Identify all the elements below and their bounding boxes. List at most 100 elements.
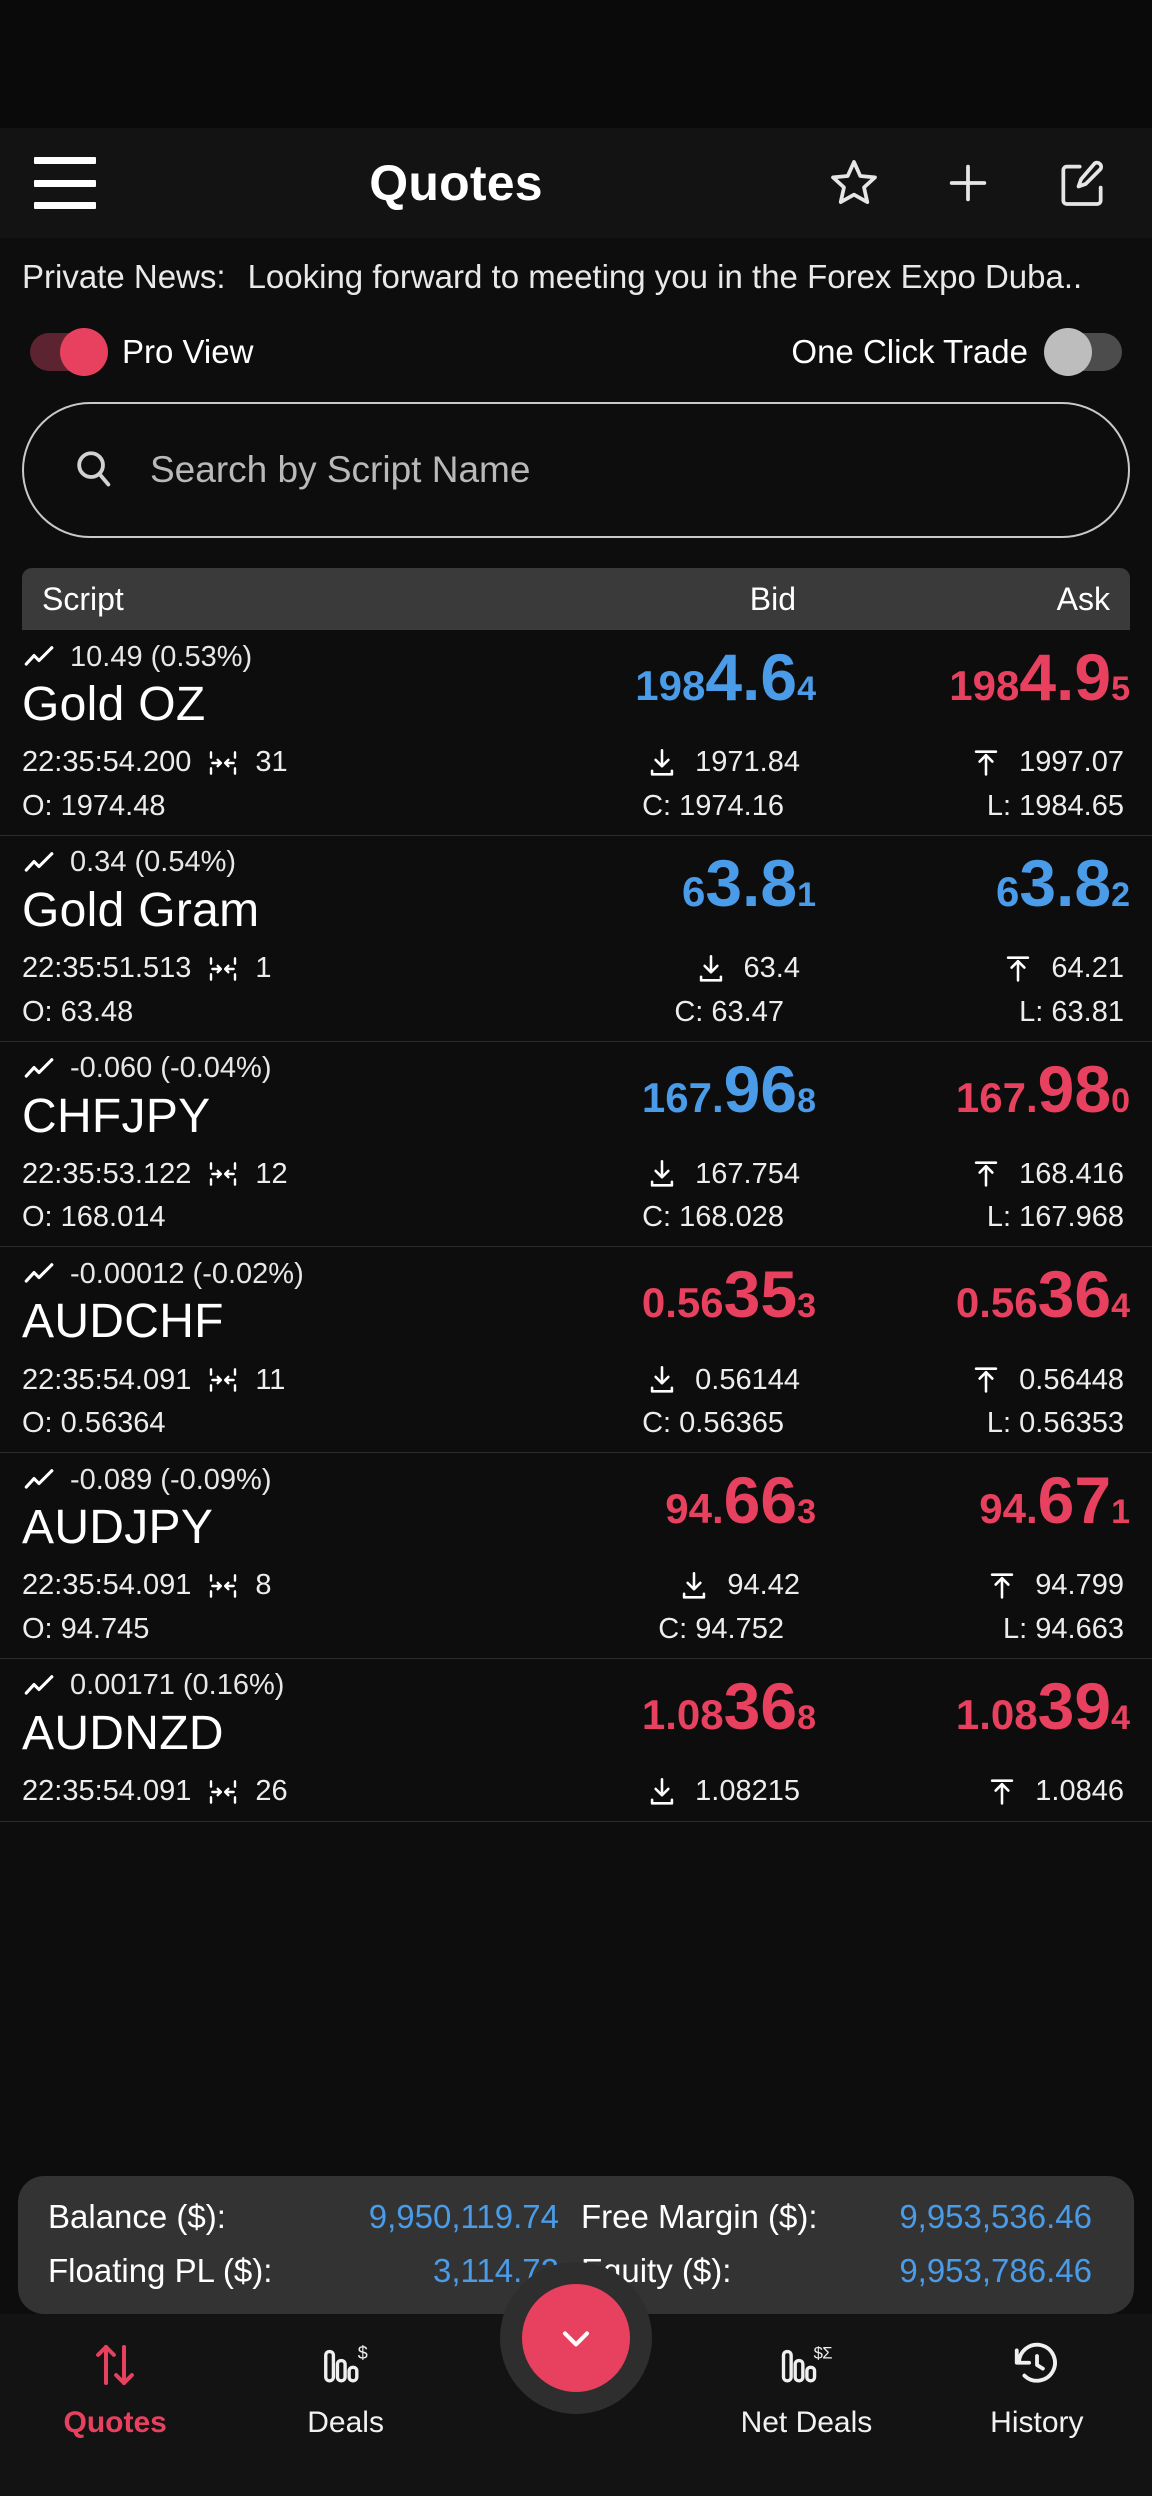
star-icon[interactable]: [826, 155, 882, 211]
nav-label-deals: Deals: [307, 2406, 384, 2439]
symbol-block[interactable]: -0.060 (-0.04%) CHFJPY: [22, 1052, 530, 1144]
quote-time-cell: 22:35:53.122 12: [22, 1158, 530, 1191]
spread-icon: [210, 1368, 237, 1392]
table-row[interactable]: -0.060 (-0.04%) CHFJPY 167.968 167.980 22:35…: [0, 1042, 1152, 1248]
one-click-trade-label: One Click Trade: [791, 333, 1028, 370]
table-row[interactable]: -0.089 (-0.09%) AUDJPY 94.663 94.671 22:35:5…: [0, 1453, 1152, 1659]
spread-value: 26: [255, 1775, 288, 1807]
last-cell: L: 94.663: [830, 1613, 1130, 1646]
app-bar: Quotes: [0, 128, 1152, 238]
nav-item-quotes[interactable]: Quotes: [0, 2338, 230, 2440]
row-mid: 22:35:51.513 1 63.4 64.21: [22, 952, 1130, 986]
high-value: 64.21: [1051, 952, 1124, 984]
plus-icon[interactable]: [940, 155, 996, 211]
open-value: O: 63.48: [22, 995, 134, 1028]
news-label: Private News:: [22, 258, 226, 295]
pro-view-switch[interactable]: [30, 328, 108, 376]
close-value: C: 168.028: [642, 1201, 784, 1234]
quote-time: 22:35:54.091: [22, 1775, 192, 1807]
last-value: L: 0.56353: [986, 1407, 1124, 1439]
nav-label-history: History: [990, 2406, 1084, 2439]
low-value: 63.4: [743, 952, 800, 984]
low-price-icon: [650, 1777, 674, 1805]
close-cell: C: 63.47: [530, 996, 830, 1029]
quote-time-cell: 22:35:54.091 26: [22, 1775, 530, 1808]
low-price-icon: [650, 1365, 674, 1393]
change-block: -0.089 (-0.09%): [22, 1463, 530, 1497]
column-header-bid[interactable]: Bid: [530, 581, 830, 618]
edit-icon[interactable]: [1054, 155, 1110, 211]
high-price-icon: [974, 1367, 998, 1393]
column-header-script[interactable]: Script: [22, 581, 530, 618]
bid-price[interactable]: 0.56353: [530, 1257, 830, 1327]
trend-line-icon: [24, 1674, 54, 1695]
column-header-ask[interactable]: Ask: [830, 581, 1130, 618]
low-cell: 1971.84: [530, 746, 830, 780]
bid-price[interactable]: 63.81: [530, 846, 830, 916]
table-row[interactable]: 0.00171 (0.16%) AUDNZD 1.08368 1.08394 22:35…: [0, 1659, 1152, 1822]
close-cell: C: 94.752: [530, 1613, 830, 1646]
ask-price[interactable]: 63.82: [830, 846, 1130, 916]
symbol-name: Gold Gram: [22, 883, 260, 937]
bid-price[interactable]: 94.663: [530, 1463, 830, 1533]
expand-fab-button[interactable]: [522, 2284, 630, 2392]
open-cell: O: 1974.48: [22, 790, 530, 823]
low-price-icon: [650, 1160, 674, 1187]
bid-price[interactable]: 167.968: [530, 1052, 830, 1122]
low-cell: 94.42: [530, 1569, 830, 1603]
row-mid: 22:35:54.091 11 0.56144 0.56448: [22, 1363, 1130, 1397]
nav-item-deals[interactable]: $ Deals: [230, 2338, 460, 2440]
trend-line-icon: [24, 1469, 54, 1489]
news-ticker[interactable]: Private News: Looking forward to meeting…: [0, 238, 1152, 316]
spread-icon: [210, 1573, 237, 1598]
high-value: 94.799: [1035, 1569, 1124, 1602]
bid-price[interactable]: 1.08368: [530, 1669, 830, 1739]
open-cell: O: 168.014: [22, 1201, 530, 1234]
symbol-block[interactable]: -0.00012 (-0.02%) AUDCHF: [22, 1257, 530, 1349]
one-click-trade-switch[interactable]: [1044, 328, 1122, 376]
ask-price[interactable]: 0.56364: [830, 1257, 1130, 1327]
free-margin-label: Free Margin ($):: [581, 2198, 818, 2235]
last-value: L: 63.81: [1019, 995, 1124, 1028]
ask-price[interactable]: 94.671: [830, 1463, 1130, 1533]
ask-price[interactable]: 1984.95: [830, 640, 1130, 710]
table-row[interactable]: -0.00012 (-0.02%) AUDCHF 0.56353 0.56364 22:…: [0, 1247, 1152, 1453]
spread-icon: [210, 750, 237, 775]
high-price-icon: [991, 1778, 1014, 1805]
trend-line-icon: [24, 1263, 54, 1283]
change-value: -0.089 (-0.09%): [70, 1463, 272, 1496]
bars-dollar-icon: $: [323, 2343, 367, 2383]
quotes-list: 10.49 (0.53%) Gold OZ 1984.64 1984.95 22:35:…: [0, 630, 1152, 1822]
close-cell: C: 1974.16: [530, 790, 830, 823]
low-price-icon: [699, 954, 722, 982]
symbol-block[interactable]: 0.34 (0.54%) Gold Gram: [22, 846, 530, 938]
ask-price[interactable]: 167.980: [830, 1052, 1130, 1122]
nav-item-net-deals[interactable]: $ Σ Net Deals: [691, 2338, 921, 2440]
app-bar-actions: [826, 155, 1110, 211]
table-row[interactable]: 10.49 (0.53%) Gold OZ 1984.64 1984.95 22:35:…: [0, 630, 1152, 836]
nav-item-history[interactable]: History: [922, 2338, 1152, 2440]
row-bottom: O: 1974.48 C: 1974.16 L: 1984.65: [22, 790, 1130, 823]
one-click-trade-toggle-group[interactable]: One Click Trade: [791, 328, 1122, 376]
ask-price[interactable]: 1.08394: [830, 1669, 1130, 1739]
close-value: C: 94.752: [658, 1612, 784, 1645]
low-value: 94.42: [727, 1569, 800, 1602]
bid-price[interactable]: 1984.64: [530, 640, 830, 710]
symbol-block[interactable]: 10.49 (0.53%) Gold OZ: [22, 640, 530, 732]
floating-pl-label: Floating PL ($):: [48, 2252, 273, 2289]
symbol-block[interactable]: 0.00171 (0.16%) AUDNZD: [22, 1669, 530, 1761]
symbol-name: CHFJPY: [22, 1089, 211, 1143]
table-row[interactable]: 0.34 (0.54%) Gold Gram 63.81 63.82 22:35:51.…: [0, 836, 1152, 1042]
pro-view-toggle-group[interactable]: Pro View: [30, 328, 253, 376]
spread-icon: [210, 1779, 237, 1804]
trend-line-icon: [24, 1057, 54, 1078]
last-cell: L: 63.81: [830, 996, 1130, 1029]
quote-time-cell: 22:35:54.091 11: [22, 1364, 530, 1397]
symbol-block[interactable]: -0.089 (-0.09%) AUDJPY: [22, 1463, 530, 1555]
close-value: C: 63.47: [674, 995, 784, 1028]
open-cell: O: 63.48: [22, 996, 530, 1029]
row-mid: 22:35:54.200 31 1971.84 1997.07: [22, 746, 1130, 780]
nav-label-net-deals: Net Deals: [740, 2406, 873, 2439]
row-top: -0.089 (-0.09%) AUDJPY 94.663 94.671: [22, 1463, 1130, 1555]
search-input[interactable]: Search by Script Name: [22, 402, 1130, 538]
